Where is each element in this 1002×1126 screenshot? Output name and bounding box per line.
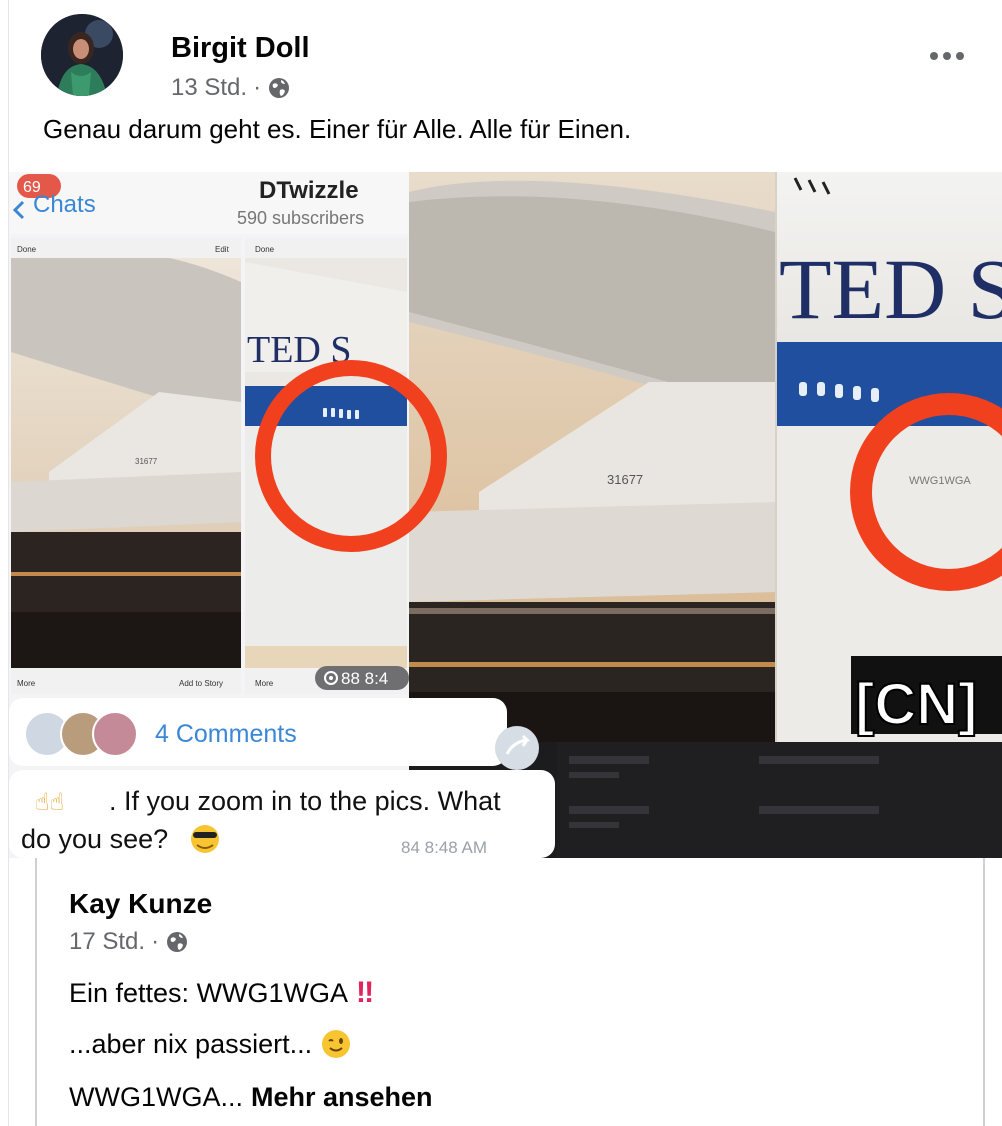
- author-name[interactable]: Birgit Doll: [171, 32, 310, 65]
- post-meta: 13 Std. ·: [171, 74, 291, 102]
- fuselage-text-large: TED S: [779, 241, 1002, 337]
- post-card: Birgit Doll 13 Std. · Genau darum geht e…: [8, 0, 1002, 1126]
- left-done-label: Done: [17, 245, 37, 254]
- dot-icon: [930, 52, 938, 60]
- shared-line-3: WWG1WGA... Mehr ansehen: [69, 1082, 433, 1113]
- left-more-label: More: [17, 679, 36, 688]
- shared-author-name[interactable]: Kay Kunze: [69, 888, 212, 920]
- left-edit-label: Edit: [215, 245, 230, 254]
- post-header: Birgit Doll 13 Std. ·: [41, 14, 981, 101]
- add-to-story-label: Add to Story: [179, 679, 223, 688]
- see-more-link[interactable]: Mehr ansehen: [251, 1082, 433, 1113]
- dot-icon: [956, 52, 964, 60]
- channel-subscribers: 590 subscribers: [237, 208, 364, 228]
- dot-icon: [943, 52, 951, 60]
- message-meta: 84 8:48 AM: [401, 838, 487, 857]
- post-image[interactable]: 31677 TED S WWG1WGA [CN] 69 Chats DTwizz…: [9, 172, 1002, 858]
- shared-time[interactable]: 17 Std.: [69, 928, 145, 956]
- circled-code-text: WWG1WGA: [909, 475, 971, 487]
- comments-count: 4 Comments: [155, 720, 297, 748]
- globe-icon: [269, 78, 290, 98]
- shared-line-2: ...aber nix passiert...: [69, 1028, 352, 1060]
- shared-post[interactable]: Kay Kunze 17 Std. · Ein fettes: WWG1WGA …: [35, 858, 985, 1126]
- meta-separator: ·: [253, 74, 262, 101]
- tail-number-large: 31677: [607, 472, 643, 487]
- back-chats-label: Chats: [33, 191, 96, 218]
- shared-line-3-text: WWG1WGA...: [69, 1082, 243, 1112]
- shared-line-1: Ein fettes: WWG1WGA ‼: [69, 976, 374, 1010]
- right-done-label: Done: [255, 245, 275, 254]
- winking-face-icon: [322, 1030, 351, 1058]
- message-line2: do you see?: [21, 824, 168, 854]
- post-time[interactable]: 13 Std.: [171, 74, 247, 102]
- channel-name: DTwizzle: [259, 177, 359, 204]
- post-text: Genau darum geht es. Einer für Alle. All…: [43, 114, 632, 144]
- more-options-button[interactable]: [917, 36, 977, 76]
- views-label: 88 8:4: [341, 669, 388, 688]
- avatar-photo: [41, 14, 123, 96]
- collage-image: 31677 TED S WWG1WGA [CN] 69 Chats DTwizz…: [9, 172, 1002, 858]
- shared-line-2-text: ...aber nix passiert...: [69, 1028, 313, 1059]
- shared-meta-separator: ·: [151, 928, 160, 955]
- shared-line-1-text: Ein fettes: WWG1WGA: [69, 977, 349, 1008]
- globe-icon: [167, 932, 188, 952]
- double-exclamation-icon: ‼: [356, 976, 374, 1009]
- message-line1: . If you zoom in to the pics. What: [109, 786, 501, 816]
- svg-text:☝☝: ☝☝: [35, 788, 64, 816]
- watermark-text: [CN]: [855, 672, 977, 737]
- author-avatar[interactable]: [41, 14, 123, 96]
- tail-number-small: 31677: [135, 457, 158, 466]
- right-more-label: More: [255, 679, 274, 688]
- shared-meta: 17 Std. ·: [69, 928, 189, 956]
